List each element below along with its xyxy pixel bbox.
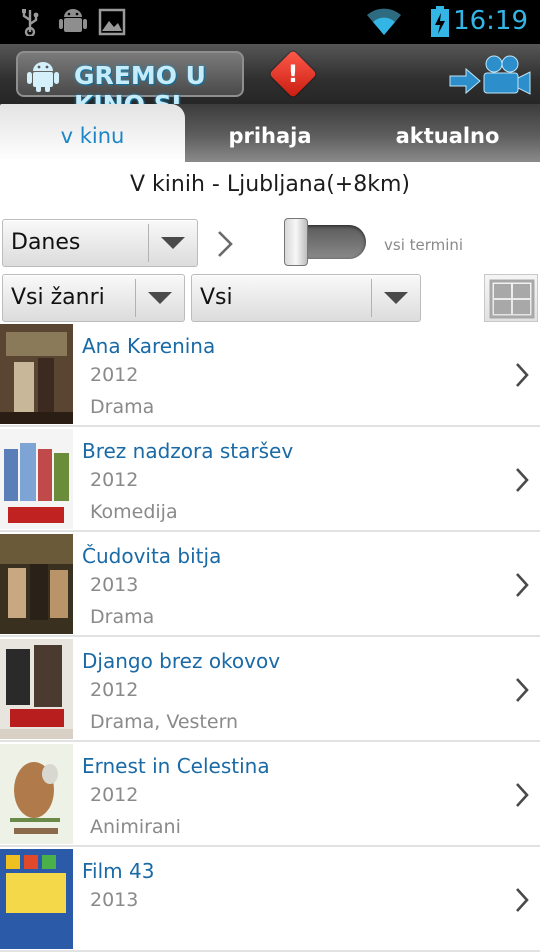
chevron-right-icon [516,783,529,807]
movie-genre: Drama [90,606,155,628]
type-select[interactable]: Vsi [191,274,421,322]
chevron-right-icon [516,678,529,702]
chevron-down-icon [161,237,185,249]
movie-year: 2012 [90,364,139,386]
day-select-value: Danes [11,230,81,255]
movie-genre: Komedija [90,501,178,523]
movie-title: Django brez okovov [82,649,281,673]
movie-year: 2013 [90,889,139,911]
movie-genre: Drama, Vestern [90,711,239,733]
app-bar: GREMO U KINO.SI ! [0,44,540,119]
status-bar: 16:19 [0,0,540,44]
list-item[interactable]: Ana Karenina 2012 Drama [0,322,540,427]
wifi-icon [367,8,401,35]
android-logo-icon [27,62,59,92]
chevron-right-icon [516,468,529,492]
image-icon [98,8,126,36]
dropdown-divider [148,224,149,262]
movie-title: Ana Karenina [82,334,216,358]
movie-poster [0,429,73,529]
tab-prihaja[interactable]: prihaja [185,104,355,162]
movie-year: 2012 [90,679,139,701]
chevron-right-icon [516,573,529,597]
movie-title: Čudovita bitja [82,544,222,568]
toggle-knob[interactable] [284,218,308,266]
movie-title: Film 43 [82,859,155,883]
chevron-right-icon [516,363,529,387]
movie-poster [0,744,73,844]
tab-bar: v kinu prihaja aktualno [0,104,540,162]
type-select-value: Vsi [200,285,233,310]
list-item[interactable]: Django brez okovov 2012 Drama, Vestern [0,637,540,742]
movie-year: 2012 [90,784,139,806]
dropdown-divider [371,279,372,317]
movie-camera-icon[interactable] [448,52,532,98]
movie-year: 2012 [90,469,139,491]
movie-poster [0,849,73,949]
app-logo[interactable]: GREMO U KINO.SI [16,51,244,119]
status-clock: 16:19 [453,6,528,36]
battery-charging-icon [431,6,449,37]
list-item[interactable]: Brez nadzora staršev 2012 Komedija [0,427,540,532]
chevron-down-icon [148,292,172,304]
next-day-icon[interactable] [212,228,238,260]
location-title: V kinih - Ljubljana(+8km) [130,172,410,197]
android-debug-icon [59,9,87,32]
movie-poster [0,324,73,424]
list-item[interactable]: Čudovita bitja 2013 Drama [0,532,540,637]
movie-poster [0,534,73,634]
toggle-label: vsi termini [384,236,464,254]
genre-select[interactable]: Vsi žanri [2,274,185,322]
movie-year: 2013 [90,574,139,596]
movie-title: Ernest in Celestina [82,754,270,778]
alert-mark: ! [287,60,299,88]
usb-icon [22,9,39,36]
day-select[interactable]: Danes [2,219,198,267]
movie-genre: Drama [90,396,155,418]
dropdown-divider [135,279,136,317]
chevron-right-icon [516,888,529,912]
list-item[interactable]: Ernest in Celestina 2012 Animirani [0,742,540,847]
tab-aktualno[interactable]: aktualno [355,104,540,162]
grid-view-button[interactable] [484,274,538,322]
chevron-down-icon [384,292,408,304]
genre-select-value: Vsi žanri [11,285,105,310]
grid-view-icon [489,279,535,319]
movie-poster [0,639,73,739]
movie-title: Brez nadzora staršev [82,439,294,463]
movie-genre: Animirani [90,816,181,838]
tab-v-kinu[interactable]: v kinu [0,104,185,162]
